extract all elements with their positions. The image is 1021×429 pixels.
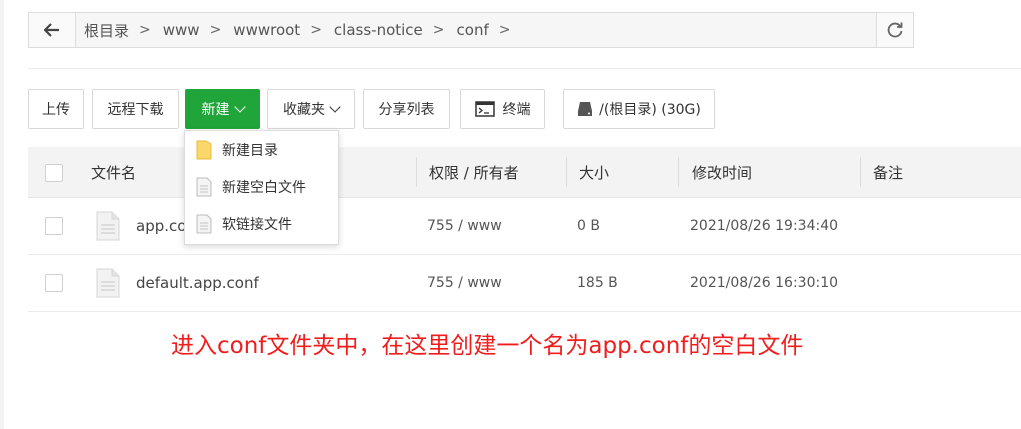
breadcrumb-item-root[interactable]: 根目录	[84, 20, 129, 41]
column-divider	[416, 157, 417, 187]
menu-item-label: 新建空白文件	[222, 180, 306, 196]
file-icon	[196, 177, 212, 197]
new-dropdown-menu: 新建目录 新建空白文件 软链接文件	[184, 130, 339, 245]
breadcrumb-item-conf[interactable]: conf	[457, 21, 489, 39]
disk-label: /(根目录) (30G)	[599, 102, 701, 118]
file-modified-time: 2021/08/26 16:30:10	[690, 275, 839, 291]
terminal-button[interactable]: 终端	[460, 89, 545, 129]
file-icon	[96, 211, 120, 241]
column-header-permission[interactable]: 权限 / 所有者	[429, 147, 519, 197]
upload-label: 上传	[42, 102, 70, 118]
folder-icon	[196, 140, 212, 160]
favorites-button[interactable]: 收藏夹	[267, 89, 355, 129]
file-icon	[196, 214, 212, 234]
divider	[28, 68, 1021, 69]
new-label: 新建	[201, 102, 230, 118]
file-size: 0 B	[577, 218, 600, 234]
file-permission[interactable]: 755 / www	[427, 255, 502, 311]
column-divider	[566, 157, 567, 187]
refresh-button[interactable]	[876, 13, 913, 47]
share-list-button[interactable]: 分享列表	[363, 89, 450, 129]
breadcrumb-item-class-notice[interactable]: class-notice	[334, 21, 423, 39]
chevron-right-icon: >	[310, 22, 322, 38]
remote-download-button[interactable]: 远程下载	[92, 89, 179, 129]
annotation-text: 进入conf文件夹中，在这里创建一个名为app.conf的空白文件	[171, 333, 804, 359]
column-header-size[interactable]: 大小	[579, 147, 609, 197]
column-header-modified[interactable]: 修改时间	[692, 147, 752, 197]
chevron-right-icon: >	[498, 22, 511, 38]
menu-item-label: 软链接文件	[222, 217, 292, 233]
chevron-right-icon: >	[209, 22, 222, 38]
share-list-label: 分享列表	[378, 102, 435, 118]
file-size: 185 B	[577, 275, 618, 291]
menu-item-label: 新建目录	[222, 143, 278, 159]
terminal-icon	[474, 101, 495, 117]
table-row[interactable]: default.app.conf 755 / www 185 B 2021/08…	[28, 255, 1021, 312]
table-header: 文件名 权限 / 所有者 大小 修改时间 备注	[28, 147, 1021, 198]
back-button[interactable]	[29, 13, 76, 47]
new-button[interactable]: 新建	[185, 89, 260, 129]
column-divider	[678, 157, 679, 187]
column-header-note: 备注	[873, 163, 904, 182]
column-divider	[860, 157, 861, 187]
column-header-name[interactable]: 文件名	[91, 147, 136, 197]
breadcrumb-item-wwwroot[interactable]: wwwroot	[233, 21, 300, 39]
row-checkbox[interactable]	[45, 217, 63, 235]
chevron-down-icon	[329, 101, 341, 113]
row-checkbox[interactable]	[45, 274, 63, 292]
table-row[interactable]: app.co 755 / www 0 B 2021/08/26 19:34:40	[28, 198, 1021, 255]
breadcrumb: 根目录 > www > wwwroot > class-notice > con…	[76, 13, 876, 47]
menu-item-new-blank-file[interactable]: 新建空白文件	[185, 169, 338, 205]
file-modified-time: 2021/08/26 19:34:40	[690, 218, 839, 234]
upload-button[interactable]: 上传	[28, 89, 84, 129]
menu-item-symlink-file[interactable]: 软链接文件	[185, 206, 338, 242]
chevron-right-icon: >	[139, 22, 151, 38]
disk-button[interactable]: /(根目录) (30G)	[563, 89, 715, 129]
path-bar: 根目录 > www > wwwroot > class-notice > con…	[28, 12, 914, 48]
file-icon	[96, 268, 120, 298]
file-name[interactable]: default.app.conf	[136, 255, 259, 311]
menu-item-new-directory[interactable]: 新建目录	[185, 132, 338, 168]
file-name[interactable]: app.co	[136, 198, 186, 254]
favorites-label: 收藏夹	[283, 102, 325, 118]
refresh-icon	[887, 22, 903, 38]
chevron-right-icon: >	[432, 22, 445, 38]
terminal-label: 终端	[502, 102, 531, 118]
breadcrumb-item-www[interactable]: www	[163, 21, 200, 39]
disk-icon	[578, 102, 593, 116]
remote-download-label: 远程下载	[107, 102, 164, 118]
file-permission[interactable]: 755 / www	[427, 198, 502, 254]
left-edge	[0, 0, 4, 429]
arrow-left-icon	[44, 23, 59, 37]
chevron-down-icon	[233, 101, 246, 113]
select-all-checkbox[interactable]	[45, 164, 63, 182]
